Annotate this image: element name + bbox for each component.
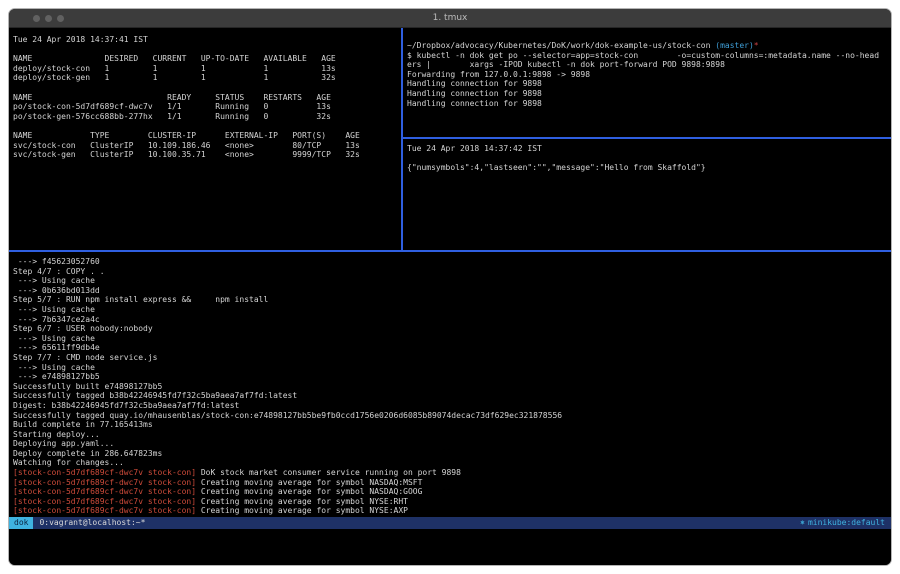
build-log-line: ---> Using cache — [13, 363, 891, 373]
timestamp: Tue 24 Apr 2018 14:37:42 IST — [407, 144, 891, 154]
build-log-line: ---> Using cache — [13, 305, 891, 315]
pane-service-response[interactable]: Tue 24 Apr 2018 14:37:42 IST {"numsymbol… — [403, 139, 891, 250]
pod-log-message: Creating moving average for symbol NYSE:… — [196, 497, 408, 506]
window-close-button[interactable] — [33, 15, 40, 22]
pane-port-forward[interactable]: ~/Dropbox/advocacy/Kubernetes/DoK/work/d… — [403, 28, 891, 137]
pod-log-line: [stock-con-5d7df689cf-dwc7v stock-con] C… — [13, 506, 891, 516]
build-log-line: ---> e74898127bb5 — [13, 372, 891, 382]
build-log-line: Successfully built e74898127bb5 — [13, 382, 891, 392]
pod-log-message: Creating moving average for symbol NASDA… — [196, 487, 422, 496]
pane-skaffold-log[interactable]: ---> f45623052760Step 4/7 : COPY . . ---… — [9, 252, 891, 517]
json-response: {"numsymbols":4,"lastseen":"","message":… — [407, 163, 891, 173]
deployments-header: NAME DESIRED CURRENT UP-TO-DATE AVAILABL… — [13, 54, 401, 64]
git-dirty-flag: * — [754, 41, 759, 50]
handling-line: Handling connection for 9898 — [407, 89, 891, 99]
service-row: svc/stock-gen ClusterIP 10.100.35.71 <no… — [13, 150, 401, 160]
build-log-line: Watching for changes... — [13, 458, 891, 468]
pod-log-prefix: [stock-con-5d7df689cf-dwc7v stock-con] — [13, 506, 196, 515]
services-header: NAME TYPE CLUSTER-IP EXTERNAL-IP PORT(S)… — [13, 131, 401, 141]
build-log-line: Step 7/7 : CMD node service.js — [13, 353, 891, 363]
build-log-line: ---> f45623052760 — [13, 257, 891, 267]
git-branch-label: (master) — [715, 41, 754, 50]
pod-log-line: [stock-con-5d7df689cf-dwc7v stock-con] D… — [13, 468, 891, 478]
kubernetes-icon: ⎈ — [800, 518, 805, 527]
pods-header: NAME READY STATUS RESTARTS AGE — [13, 93, 401, 103]
pods-rows: po/stock-con-5d7df689cf-dwc7v 1/1 Runnin… — [13, 102, 401, 121]
blank-line — [13, 121, 401, 131]
build-log: ---> f45623052760Step 4/7 : COPY . . ---… — [13, 257, 891, 468]
timestamp: Tue 24 Apr 2018 14:37:41 IST — [13, 35, 401, 45]
build-log-line: ---> Using cache — [13, 276, 891, 286]
command-line-2: ers | xargs -IPOD kubectl -n dok port-fo… — [407, 60, 891, 70]
build-log-line: Successfully tagged quay.io/mhausenblas/… — [13, 411, 891, 421]
window-zoom-button[interactable] — [57, 15, 64, 22]
session-name-chip[interactable]: dok — [9, 517, 33, 529]
tmux-status-bar: dok 0:vagrant@localhost:~* ⎈minikube:def… — [9, 517, 891, 529]
pod-log-message: Creating moving average for symbol NYSE:… — [196, 506, 408, 515]
build-log-line: Deploy complete in 286.647823ms — [13, 449, 891, 459]
build-log-line: Step 5/7 : RUN npm install express && np… — [13, 295, 891, 305]
window-list-item[interactable]: 0:vagrant@localhost:~* — [33, 517, 145, 529]
blank-line — [13, 45, 401, 55]
shell-prompt-path: ~/Dropbox/advocacy/Kubernetes/DoK/work/d… — [407, 41, 891, 51]
deployment-row: deploy/stock-gen 1 1 1 1 32s — [13, 73, 401, 83]
build-log-line: ---> 65611ff9db4e — [13, 343, 891, 353]
window-minimize-button[interactable] — [45, 15, 52, 22]
tmux-session: Tue 24 Apr 2018 14:37:41 IST NAME DESIRE… — [9, 28, 891, 565]
build-log-line: Build complete in 77.165413ms — [13, 420, 891, 430]
build-log-line: ---> 0b636bd013dd — [13, 286, 891, 296]
pod-log-prefix: [stock-con-5d7df689cf-dwc7v stock-con] — [13, 478, 196, 487]
pod-log-line: [stock-con-5d7df689cf-dwc7v stock-con] C… — [13, 478, 891, 488]
pod-log-message: Creating moving average for symbol NASDA… — [196, 478, 422, 487]
blank-line — [13, 83, 401, 93]
build-log-line: Digest: b38b42246945fd7f32c5ba9aea7af7fd… — [13, 401, 891, 411]
cwd-text: ~/Dropbox/advocacy/Kubernetes/DoK/work/d… — [407, 41, 715, 50]
pod-row: po/stock-con-5d7df689cf-dwc7v 1/1 Runnin… — [13, 102, 401, 112]
pod-row: po/stock-gen-576cc688bb-277hx 1/1 Runnin… — [13, 112, 401, 122]
services-rows: svc/stock-con ClusterIP 10.109.186.46 <n… — [13, 141, 401, 160]
build-log-line: ---> 7b6347ce2a4c — [13, 315, 891, 325]
pane-kubectl-resources[interactable]: Tue 24 Apr 2018 14:37:41 IST NAME DESIRE… — [9, 28, 401, 250]
terminal-window: 1. tmux Tue 24 Apr 2018 14:37:41 IST NAM… — [8, 8, 892, 566]
pod-log-message: DoK stock market consumer service runnin… — [196, 468, 461, 477]
window-controls — [33, 15, 64, 22]
build-log-line: Step 6/7 : USER nobody:nobody — [13, 324, 891, 334]
window-titlebar[interactable]: 1. tmux — [9, 9, 891, 28]
kube-context-status: ⎈minikube:default — [800, 517, 891, 529]
pod-log-line: [stock-con-5d7df689cf-dwc7v stock-con] C… — [13, 487, 891, 497]
service-row: svc/stock-con ClusterIP 10.109.186.46 <n… — [13, 141, 401, 151]
handling-lines: Handling connection for 9898Handling con… — [407, 79, 891, 108]
handling-line: Handling connection for 9898 — [407, 99, 891, 109]
build-log-line: Deploying app.yaml... — [13, 439, 891, 449]
blank-line — [407, 154, 891, 164]
handling-line: Handling connection for 9898 — [407, 79, 891, 89]
window-title: 1. tmux — [9, 9, 891, 28]
build-log-line: Step 4/7 : COPY . . — [13, 267, 891, 277]
pod-log-line: [stock-con-5d7df689cf-dwc7v stock-con] C… — [13, 497, 891, 507]
build-log-line: Successfully tagged b38b42246945fd7f32c5… — [13, 391, 891, 401]
kube-context-label: minikube:default — [808, 518, 885, 527]
command-line-1: $ kubectl -n dok get po --selector=app=s… — [407, 51, 891, 61]
pod-log: [stock-con-5d7df689cf-dwc7v stock-con] D… — [13, 468, 891, 516]
deployments-rows: deploy/stock-con 1 1 1 1 13sdeploy/stock… — [13, 64, 401, 83]
deployment-row: deploy/stock-con 1 1 1 1 13s — [13, 64, 401, 74]
forwarding-line: Forwarding from 127.0.0.1:9898 -> 9898 — [407, 70, 891, 80]
pod-log-prefix: [stock-con-5d7df689cf-dwc7v stock-con] — [13, 497, 196, 506]
pod-log-prefix: [stock-con-5d7df689cf-dwc7v stock-con] — [13, 468, 196, 477]
build-log-line: ---> Using cache — [13, 334, 891, 344]
build-log-line: Starting deploy... — [13, 430, 891, 440]
pod-log-prefix: [stock-con-5d7df689cf-dwc7v stock-con] — [13, 487, 196, 496]
